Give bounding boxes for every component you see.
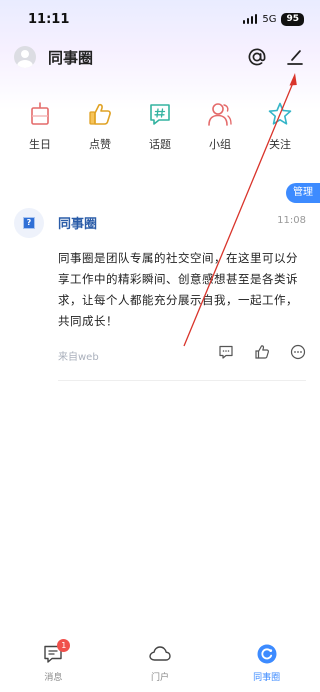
post-author[interactable]: 同事圈	[58, 213, 97, 232]
feed-post: ? 同事圈 11:08 同事圈是团队专属的社交空间，在这里可以分享工作中的精彩瞬…	[0, 206, 320, 381]
post-actions	[218, 344, 306, 360]
post-content: 同事圈是团队专属的社交空间，在这里可以分享工作中的精彩瞬间、创意感想甚至是各类诉…	[58, 251, 298, 328]
colleague-circle-icon	[255, 642, 279, 666]
app-logo-icon: ?	[23, 217, 35, 229]
tab-label: 消息	[44, 673, 63, 683]
quick-action-group[interactable]: 小组	[194, 100, 246, 160]
tab-label: 门户	[150, 673, 169, 683]
unread-badge: 1	[57, 639, 71, 652]
post-divider	[58, 380, 306, 381]
post-footer: 来自web	[0, 344, 320, 368]
thumbs-up-icon	[87, 100, 113, 128]
tab-messages[interactable]: 1 消息	[18, 639, 88, 692]
app-header: 同事圈	[0, 40, 320, 74]
post-source: 来自web	[58, 352, 99, 363]
star-icon	[267, 100, 293, 128]
compose-icon[interactable]	[284, 46, 306, 68]
cloud-icon	[148, 642, 172, 666]
quick-action-label: 话题	[149, 138, 171, 151]
battery-icon: 95	[281, 12, 304, 26]
bottom-tab-bar: 1 消息 门户 同事圈	[0, 634, 320, 692]
like-icon[interactable]	[254, 344, 270, 360]
status-indicators: 5G 95	[242, 12, 304, 26]
quick-action-label: 点赞	[89, 138, 111, 151]
tab-portal[interactable]: 门户	[125, 642, 195, 692]
more-options-icon[interactable]	[290, 344, 306, 360]
post-time: 11:08	[277, 215, 306, 226]
status-time: 11:11	[28, 11, 70, 27]
header-actions	[246, 46, 306, 68]
cake-icon	[27, 100, 53, 128]
post-header: ? 同事圈 11:08	[0, 206, 320, 238]
quick-action-label: 小组	[209, 138, 231, 151]
comment-icon[interactable]	[218, 344, 234, 360]
signal-icon	[242, 14, 258, 24]
status-bar: 11:11 5G 95	[0, 0, 320, 38]
page-title: 同事圈	[48, 48, 94, 67]
quick-action-bar: 生日 点赞 话题 小组 关注	[0, 100, 320, 160]
tab-label: 同事圈	[253, 673, 281, 683]
quick-action-label: 关注	[269, 138, 291, 151]
mention-icon[interactable]	[246, 46, 268, 68]
post-author-avatar[interactable]: ?	[14, 208, 44, 238]
tab-colleague-circle[interactable]: 同事圈	[232, 642, 302, 692]
hashtag-icon	[147, 100, 173, 128]
quick-action-follow[interactable]: 关注	[254, 100, 306, 160]
quick-action-birthday[interactable]: 生日	[14, 100, 66, 160]
quick-action-like[interactable]: 点赞	[74, 100, 126, 160]
group-icon	[207, 100, 233, 128]
user-avatar[interactable]	[14, 46, 36, 68]
network-label: 5G	[262, 13, 277, 25]
manage-button[interactable]: 管理	[286, 183, 320, 203]
quick-action-topic[interactable]: 话题	[134, 100, 186, 160]
quick-action-label: 生日	[29, 138, 51, 151]
